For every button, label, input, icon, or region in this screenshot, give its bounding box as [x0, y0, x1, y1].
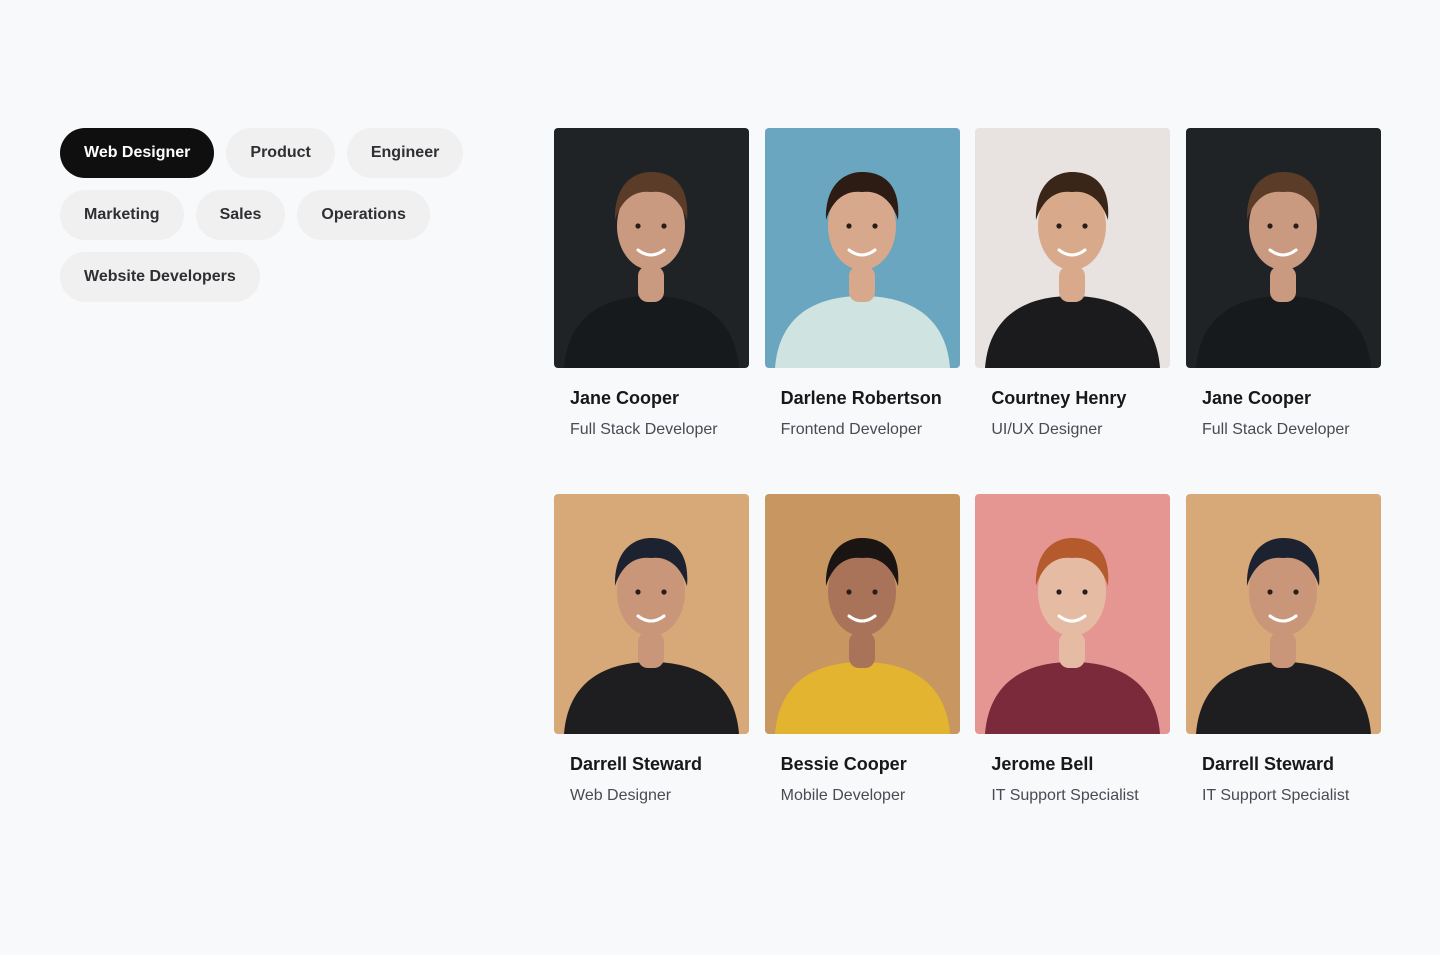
member-photo[interactable]	[554, 128, 749, 368]
chip-operations[interactable]: Operations	[297, 190, 430, 240]
team-card[interactable]: Darrell Steward Web Designer	[554, 494, 749, 814]
team-card[interactable]: Bessie Cooper Mobile Developer	[764, 494, 960, 814]
team-card[interactable]: Courtney Henry UI/UX Designer	[975, 128, 1171, 448]
portrait-illustration	[764, 494, 960, 734]
portrait-illustration	[975, 128, 1171, 368]
portrait-illustration	[764, 128, 960, 368]
chip-product[interactable]: Product	[226, 128, 335, 178]
team-card[interactable]: Jerome Bell IT Support Specialist	[975, 494, 1171, 814]
member-photo[interactable]	[764, 128, 960, 368]
chip-row: Marketing Sales Operations	[60, 190, 500, 240]
member-photo[interactable]	[1185, 128, 1381, 368]
portrait-illustration	[1185, 128, 1381, 368]
member-photo[interactable]	[1185, 494, 1381, 734]
member-photo[interactable]	[975, 494, 1171, 734]
chip-engineer[interactable]: Engineer	[346, 128, 464, 178]
member-role: IT Support Specialist	[991, 787, 1139, 804]
team-card[interactable]: Darlene Robertson Frontend Developer	[764, 128, 960, 448]
member-role: UI/UX Designer	[991, 421, 1103, 438]
chip-sales[interactable]: Sales	[195, 190, 286, 240]
member-name: Darlene Robertson	[780, 388, 942, 408]
member-name: Darrell Steward	[570, 754, 703, 774]
member-name: Darrell Steward	[1201, 754, 1335, 774]
role-filter-chips: Web Designer Product Engineer Marketing …	[60, 128, 500, 314]
member-name: Jane Cooper	[570, 388, 680, 408]
team-page: Web Designer Product Engineer Marketing …	[0, 0, 1440, 955]
member-photo[interactable]	[554, 494, 749, 734]
member-role: Mobile Developer	[780, 787, 906, 804]
chip-web-designer[interactable]: Web Designer	[60, 128, 215, 178]
portrait-illustration	[975, 494, 1171, 734]
member-photo[interactable]	[764, 494, 960, 734]
portrait-illustration	[554, 494, 749, 734]
member-role: Full Stack Developer	[570, 421, 718, 438]
member-name: Courtney Henry	[991, 388, 1127, 408]
member-name: Jerome Bell	[991, 754, 1094, 774]
member-role: IT Support Specialist	[1201, 787, 1350, 804]
member-photo[interactable]	[975, 128, 1171, 368]
chip-row: Website Developers	[60, 252, 500, 302]
portrait-illustration	[554, 128, 749, 368]
member-name: Jane Cooper	[1201, 388, 1311, 408]
team-grid: Jane Cooper Full Stack Developer Darlene…	[554, 128, 1381, 814]
member-name: Bessie Cooper	[780, 754, 907, 774]
chip-row: Web Designer Product Engineer	[60, 128, 500, 178]
chip-website-developers[interactable]: Website Developers	[60, 252, 260, 302]
team-card[interactable]: Darrell Steward IT Support Specialist	[1185, 494, 1381, 814]
member-role: Frontend Developer	[780, 421, 923, 438]
member-role: Full Stack Developer	[1201, 421, 1350, 438]
member-role: Web Designer	[570, 787, 672, 804]
team-card[interactable]: Jane Cooper Full Stack Developer	[1185, 128, 1381, 448]
team-card[interactable]: Jane Cooper Full Stack Developer	[554, 128, 749, 448]
portrait-illustration	[1185, 494, 1381, 734]
chip-marketing[interactable]: Marketing	[60, 190, 184, 240]
